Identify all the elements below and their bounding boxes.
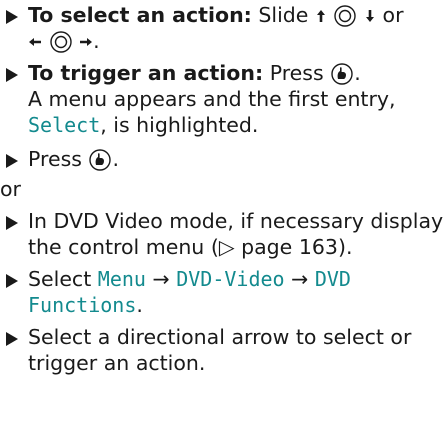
ui-select-entry: Select: [28, 113, 101, 137]
text-period: .: [136, 293, 143, 317]
text-dvd-mode: In DVD Video mode, if necessary display: [28, 209, 444, 233]
instruction-press: Press .: [0, 146, 447, 172]
bullet-triangle-icon: [6, 216, 18, 230]
heading-trigger-action: To trigger an action:: [28, 61, 264, 85]
instruction-dvd-mode: In DVD Video mode, if necessary display …: [0, 208, 447, 260]
text-press: Press: [28, 147, 82, 171]
slide-up-icon: [316, 10, 325, 22]
bullet-triangle-icon: [6, 332, 18, 346]
ui-dvd: DVD: [314, 267, 351, 291]
slide-right-icon: [80, 38, 93, 46]
slide-left-icon: [29, 38, 41, 46]
press-controller-icon: [331, 63, 353, 85]
controller-icon: [334, 5, 357, 27]
press-controller-icon: [89, 149, 112, 171]
bullet-triangle-icon: [6, 274, 18, 288]
instruction-select-menu: Select Menu → DVD-Video → DVD Functions.: [0, 266, 447, 318]
text-select: Select: [28, 267, 92, 291]
instruction-directional-arrow: Select a directional arrow to select or t…: [0, 324, 447, 376]
text-trigger-action: trigger an action.: [28, 351, 206, 375]
ui-functions: Functions: [28, 293, 137, 317]
arrow-right: →: [291, 267, 309, 291]
text-menu-appears: A menu appears and the first entry,: [28, 87, 396, 111]
bullet-triangle-icon: [6, 10, 18, 24]
heading-select-action: To select an action:: [28, 3, 252, 27]
bullet-triangle-icon: [6, 154, 18, 168]
instruction-trigger-action: To trigger an action: Press . A menu app…: [0, 60, 447, 138]
ui-dvd-video: DVD-Video: [176, 267, 285, 291]
instruction-page: To select an action: Slide or . To trigg…: [0, 0, 447, 425]
text-control-menu-ref: the control menu (▷ page 163).: [28, 235, 353, 259]
controller-icon: [49, 31, 72, 53]
or-separator: or: [0, 177, 21, 201]
text-slide: Slide: [258, 3, 309, 27]
text-press: Press: [269, 61, 324, 85]
text-select-arrow: Select a directional arrow to select or: [28, 325, 412, 349]
instruction-select-action: To select an action: Slide or .: [0, 2, 447, 54]
arrow-right: →: [152, 267, 170, 291]
slide-down-icon: [366, 10, 375, 22]
bullet-triangle-icon: [6, 68, 18, 82]
ui-menu: Menu: [97, 267, 146, 291]
text-or-inline: or: [382, 3, 404, 27]
